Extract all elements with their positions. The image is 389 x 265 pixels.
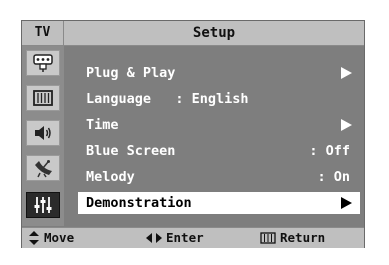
menu-item-demonstration[interactable]: Demonstration (78, 192, 360, 214)
footer-return: Return (260, 228, 325, 248)
menu-item-melody[interactable]: Melody : On (78, 166, 360, 188)
channel-icon[interactable] (26, 155, 60, 181)
submenu-arrow-icon (341, 119, 352, 131)
menu-item-label: Language : English (86, 91, 249, 107)
osd-menu-window: TV Setup Plug & Play Language: English … (21, 20, 365, 248)
footer-return-label: Return (280, 230, 326, 245)
tv-label: TV (22, 21, 64, 45)
menu-item-label: Demonstration (86, 195, 192, 211)
menu-item-value: : On (317, 169, 350, 185)
menu-icon (260, 232, 276, 244)
footer-move-label: Move (44, 230, 75, 245)
picture-icon[interactable] (26, 85, 60, 111)
menu-item-label: Time (86, 117, 119, 133)
menu-item-blue-screen[interactable]: Blue Screen : Off (78, 140, 360, 162)
menu-item-label: Plug & Play (86, 65, 176, 81)
input-icon[interactable] (26, 50, 60, 76)
menu-item-value: : Off (309, 143, 350, 159)
left-right-arrow-icon (146, 233, 162, 243)
menu-item-plug-and-play[interactable]: Plug & Play (78, 62, 360, 84)
footer-enter: Enter (146, 228, 204, 248)
menu-item-label: Blue Screen (86, 143, 176, 159)
title-bar: TV Setup (22, 21, 364, 46)
setup-icon[interactable] (26, 192, 60, 218)
footer-move: Move (28, 228, 74, 248)
up-down-arrow-icon (29, 231, 39, 245)
footer-enter-label: Enter (166, 230, 204, 245)
menu-item-label: Melody (86, 169, 135, 185)
footer-help-bar: Move Enter Return (22, 227, 364, 248)
sidebar (22, 46, 64, 226)
submenu-arrow-icon (341, 197, 352, 209)
page-title: Setup (192, 25, 236, 41)
submenu-arrow-icon (341, 67, 352, 79)
sound-icon[interactable] (26, 120, 60, 146)
menu-item-time[interactable]: Time (78, 114, 360, 136)
menu-item-language[interactable]: Language : English (78, 88, 360, 110)
